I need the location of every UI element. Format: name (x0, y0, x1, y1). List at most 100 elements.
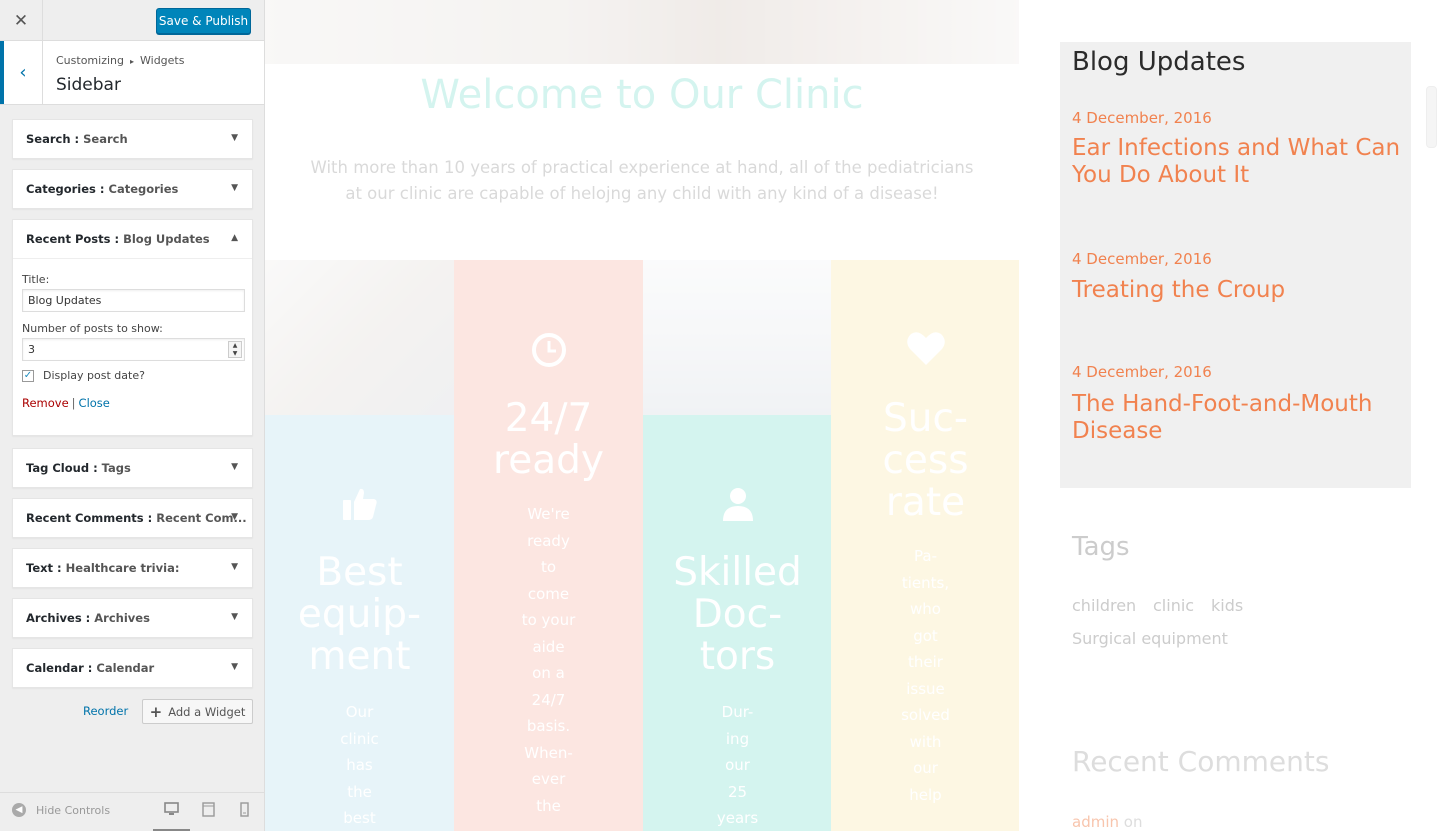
number-posts-input[interactable]: 3 ▲ ▼ (22, 338, 245, 361)
feature-column-doctors: Skilled Doc- tors Dur-ing our 25 years (643, 260, 832, 831)
preview-scrollbar[interactable] (1426, 86, 1437, 148)
feature-text: We're ready to come to your aide on a 24/7 basis… (521, 505, 576, 815)
post-date: 4 December, 2016 (1072, 109, 1212, 127)
expand-arrow-icon[interactable]: ▼ (231, 512, 238, 522)
widget-recent-posts[interactable]: Recent Posts: Blog Updates ▲ Title: Blog U… (12, 219, 253, 436)
blog-updates-widget: Blog Updates 4 December, 2016 Ear Infect… (1060, 42, 1411, 488)
expand-arrow-icon[interactable]: ▼ (231, 662, 238, 672)
widget-title: Calendar (96, 661, 155, 675)
breadcrumb-section: Widgets (140, 54, 185, 67)
feature-photo (643, 260, 832, 415)
widget-actions: Remove | Close (22, 396, 243, 410)
welcome-title: Welcome to Our Clinic (420, 72, 864, 118)
widget-type: Text (26, 561, 54, 575)
feature-text: Dur-ing our 25 years (716, 703, 759, 827)
feature-text: Our clinic has the best (340, 703, 379, 827)
post-date: 4 December, 2016 (1072, 250, 1212, 268)
section-title: Sidebar (56, 75, 121, 95)
close-link[interactable]: Close (79, 396, 110, 410)
widget-type: Categories (26, 182, 96, 196)
title-input[interactable]: Blog Updates (22, 289, 245, 312)
post-link[interactable]: Ear Infections and What Can You Do About… (1072, 135, 1407, 189)
stepper-down-icon[interactable]: ▼ (229, 350, 241, 358)
hide-controls-label: Hide Controls (36, 803, 111, 817)
expand-arrow-icon[interactable]: ▼ (231, 562, 238, 572)
tag-link[interactable]: kids (1211, 596, 1243, 615)
mobile-icon[interactable] (240, 802, 249, 821)
widget-type: Recent Posts (26, 232, 111, 246)
expand-arrow-icon[interactable]: ▼ (231, 462, 238, 472)
feature-photo (265, 260, 454, 415)
customizer-panel: ✕ Save & Publish ‹ Customizing ▸ Widgets S… (0, 0, 265, 831)
plus-icon: + (149, 702, 163, 721)
add-widget-button[interactable]: + Add a Widget (142, 699, 253, 724)
post-date: 4 December, 2016 (1072, 363, 1212, 381)
display-date-label: Display post date? (43, 369, 145, 382)
collapse-circle-icon: ◀ (12, 803, 26, 817)
display-date-checkbox[interactable]: ✓ (22, 369, 34, 382)
remove-link[interactable]: Remove (22, 396, 69, 410)
breadcrumb-root: Customizing (56, 54, 124, 67)
recent-comment-item: admin on (1072, 813, 1142, 831)
widget-title: Healthcare trivia: (65, 561, 180, 575)
post-link[interactable]: The Hand-Foot-and-Mouth Disease (1072, 391, 1407, 445)
expand-arrow-icon[interactable]: ▼ (231, 133, 238, 143)
widget-type: Tag Cloud (26, 461, 90, 475)
widget-type: Archives (26, 611, 82, 625)
tag-link[interactable]: clinic (1153, 596, 1194, 615)
expand-arrow-icon[interactable]: ▼ (231, 612, 238, 622)
section-header: ‹ Customizing ▸ Widgets Sidebar (0, 41, 264, 105)
widget-title: Categories (108, 182, 179, 196)
save-publish-button[interactable]: Save & Publish (156, 8, 251, 34)
recent-posts-form: Title: Blog Updates Number of posts to s… (13, 258, 252, 435)
breadcrumb: Customizing ▸ Widgets (56, 54, 184, 67)
widget-search[interactable]: Search: Search ▼ (12, 119, 253, 159)
reorder-link[interactable]: Reorder (83, 704, 128, 718)
close-icon[interactable]: ✕ (0, 0, 43, 41)
customizer-footer: ◀ Hide Controls (0, 792, 264, 831)
feature-column-equipment: Best equip- ment Our clinic has the best (265, 260, 454, 831)
intro-text: With more than 10 years of practical exp… (310, 158, 974, 203)
hero-image (265, 0, 1019, 64)
site-preview: Welcome to Our Clinic With more than 10 … (265, 0, 1439, 831)
hide-controls-button[interactable]: ◀ Hide Controls (12, 803, 110, 817)
blog-updates-title: Blog Updates (1072, 47, 1246, 77)
tag-link[interactable]: children (1072, 596, 1136, 615)
widget-type: Search (26, 132, 71, 146)
recent-comments-title: Recent Comments (1072, 745, 1330, 778)
widget-type: Calendar (26, 661, 84, 675)
feature-heading: 24/7 ready (493, 396, 604, 483)
tablet-icon[interactable] (202, 802, 215, 821)
add-widget-label: Add a Widget (168, 704, 246, 719)
widget-categories[interactable]: Categories: Categories ▼ (12, 169, 253, 209)
widget-recent-comments[interactable]: Recent Comments: Recent Com... ▼ (12, 498, 253, 538)
feature-heading: Suc- cess rate (882, 396, 969, 525)
widget-calendar[interactable]: Calendar: Calendar ▼ (12, 648, 253, 688)
clock-icon (454, 332, 643, 372)
widget-title: Tags (101, 461, 131, 475)
widget-text[interactable]: Text: Healthcare trivia: ▼ (12, 548, 253, 588)
number-stepper[interactable]: ▲ ▼ (228, 341, 242, 358)
expand-arrow-icon[interactable]: ▼ (231, 183, 238, 193)
collapse-arrow-icon[interactable]: ▲ (231, 233, 238, 243)
widget-title: Archives (94, 611, 150, 625)
desktop-icon[interactable] (164, 802, 179, 820)
widget-archives[interactable]: Archives: Archives ▼ (12, 598, 253, 638)
heart-icon (831, 330, 1019, 370)
actions-separator: | (71, 396, 76, 410)
feature-heading: Best equip- ment (297, 550, 422, 679)
widget-tag-cloud[interactable]: Tag Cloud: Tags ▼ (12, 448, 253, 488)
post-link[interactable]: Treating the Croup (1072, 277, 1407, 304)
widget-title: Blog Updates (123, 232, 210, 246)
comment-author-link[interactable]: admin (1072, 813, 1119, 831)
back-arrow-icon[interactable]: ‹ (0, 41, 43, 104)
feature-column-success: Suc- cess rate Pa-tients, who got their issu… (831, 260, 1019, 831)
comment-connector: on (1123, 813, 1143, 831)
stepper-up-icon[interactable]: ▲ (229, 342, 241, 350)
thumbs-up-icon (265, 484, 454, 534)
widget-title: Search (83, 132, 128, 146)
user-icon (643, 486, 832, 526)
tag-link[interactable]: Surgical equipment (1072, 629, 1228, 648)
feature-heading: Skilled Doc- tors (673, 550, 802, 679)
feature-text: Pa-tients, who got their issue solved with our h… (901, 547, 950, 804)
